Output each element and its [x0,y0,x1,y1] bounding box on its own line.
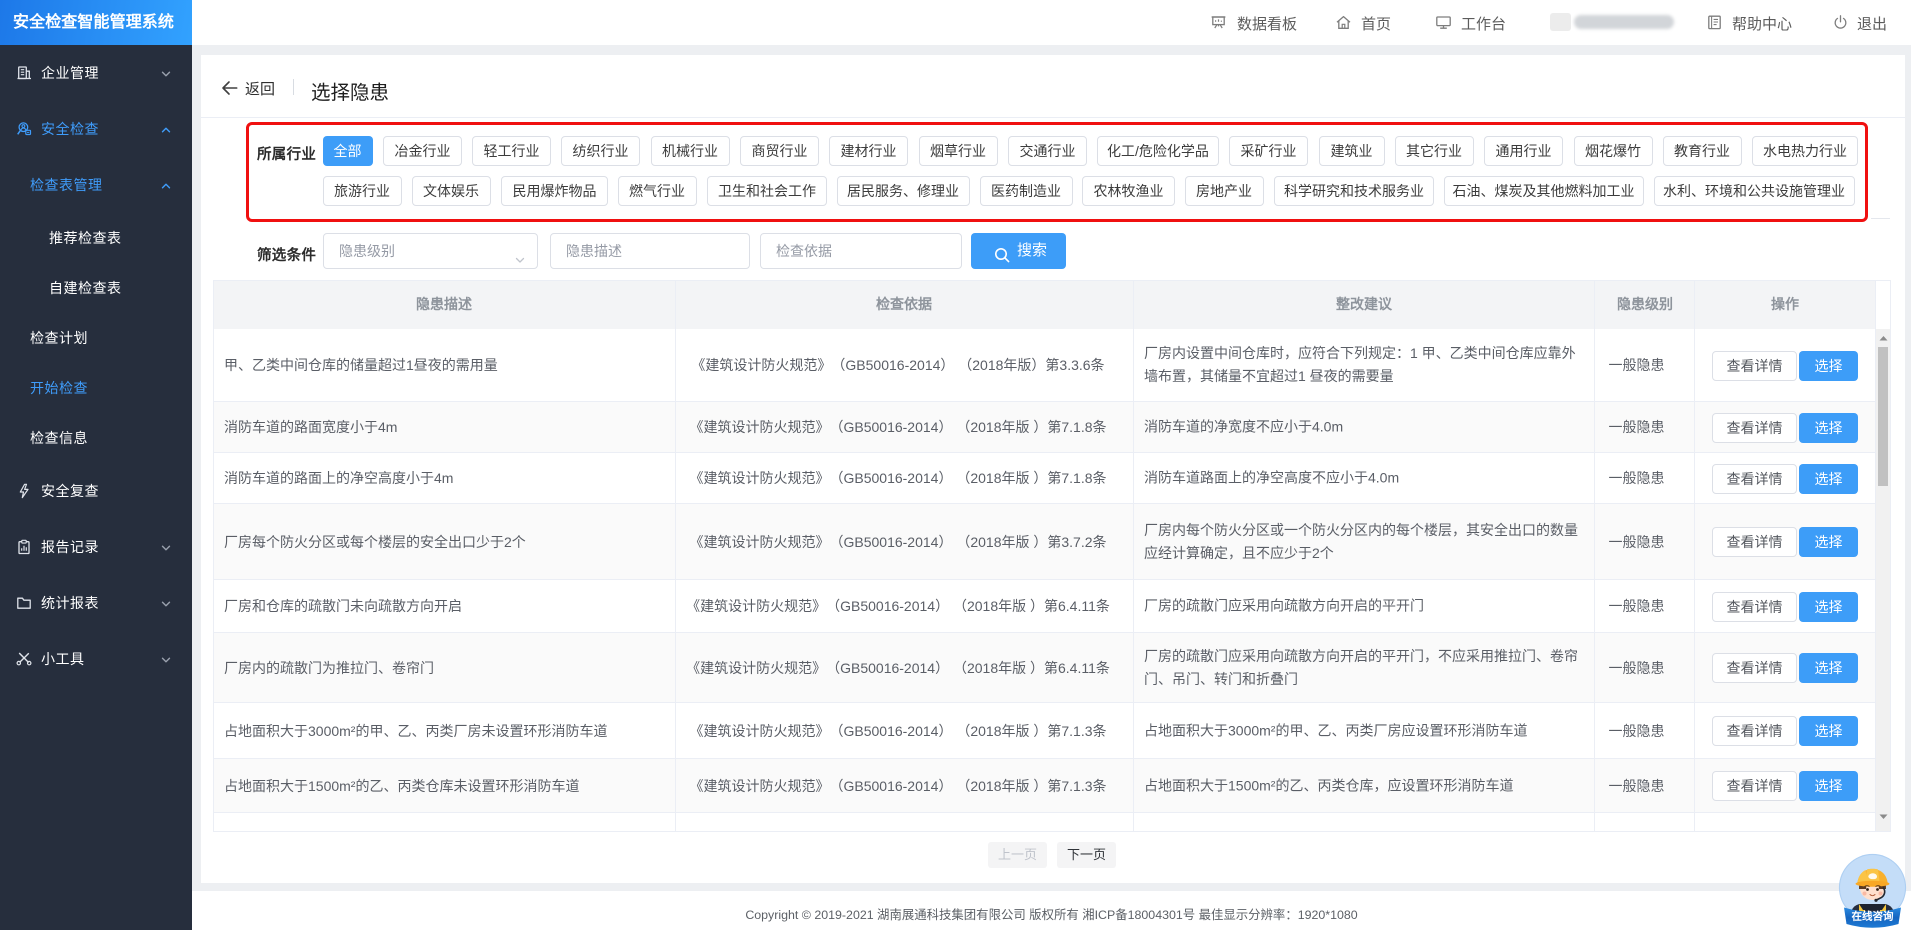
svg-text:在线咨询: 在线咨询 [1852,910,1894,923]
